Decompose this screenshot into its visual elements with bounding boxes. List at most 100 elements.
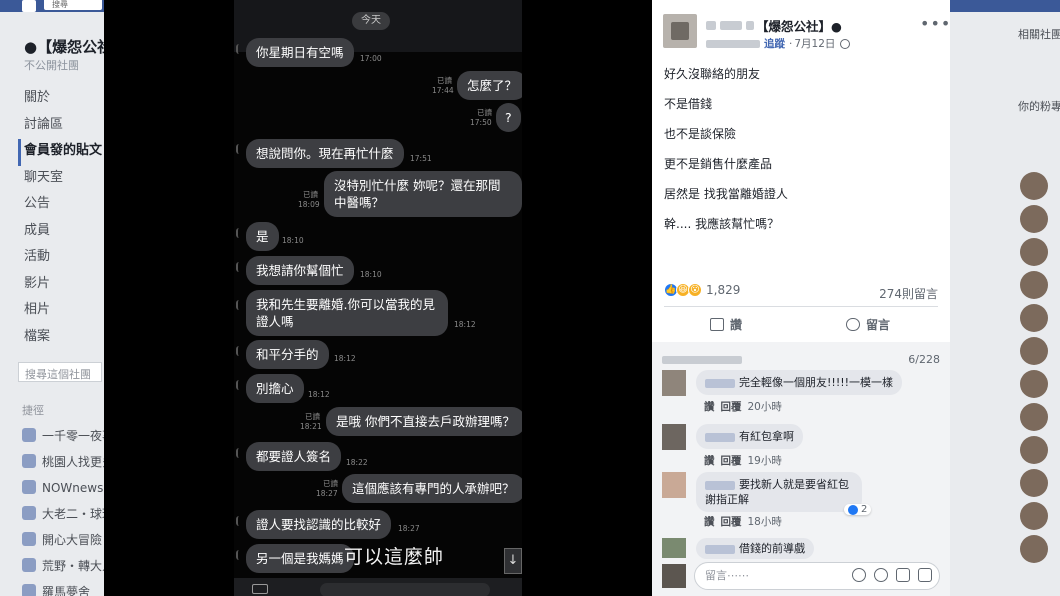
group-title[interactable]: ●【爆怨公社】 [24,36,104,57]
avatar[interactable] [1020,436,1048,464]
divider [664,306,938,307]
chat-message-outgoing: 是哦 你們不直接去戶政辦理嗎？ [326,407,522,436]
nav-item-member-posts[interactable]: 會員發的貼文 [18,139,102,166]
avatar[interactable] [1020,535,1048,563]
shortcut-item[interactable]: NOWnews・ [22,474,104,500]
avatar[interactable] [1020,304,1048,332]
comment-meta: 讚回覆 20小時 [704,399,782,414]
redacted-name[interactable] [705,544,735,554]
chat-message-incoming: 我和先生要離婚.你可以當我的見證人嗎 [246,290,448,336]
comment-like-link[interactable]: 讚 [704,401,715,413]
comment-like-link[interactable]: 讚 [704,455,715,467]
shortcut-item[interactable]: 荒野・轉大人 [22,552,104,578]
avatar[interactable] [662,424,686,450]
message-time: 17:50 [470,118,492,127]
read-receipt: 已讀 [437,76,452,85]
redacted-name[interactable] [705,432,735,442]
sender-avatar [236,300,242,310]
more-options-button[interactable]: ••• [920,14,950,33]
shortcut-item[interactable]: 一千零一夜事 [22,422,104,448]
group-icon [22,558,36,572]
comment-reply-link[interactable]: 回覆 [721,401,742,413]
avatar[interactable] [662,538,686,558]
redacted-name[interactable] [705,378,735,388]
camera-icon[interactable] [252,584,268,594]
nav-item-discussion[interactable]: 討論區 [24,113,102,140]
message-time: 18:27 [398,524,420,533]
nav-item-photos[interactable]: 相片 [24,298,102,325]
nav-item-about[interactable]: 關於 [24,86,102,113]
avatar[interactable] [662,370,686,396]
comment-time[interactable]: 18小時 [748,516,782,528]
comment-button[interactable]: 留言 [846,316,890,333]
avatar[interactable] [1020,502,1048,530]
avatar[interactable] [1020,172,1048,200]
avatar[interactable] [1020,238,1048,266]
nav-item-chat[interactable]: 聊天室 [24,166,102,193]
gif-icon[interactable] [896,568,910,582]
avatar[interactable] [1020,337,1048,365]
shortcut-item[interactable]: 開心大冒險 [22,526,104,552]
avatar[interactable] [662,472,686,498]
group-link[interactable]: 【爆怨公社】● [756,16,842,35]
comments-page-count: 6/228 [908,353,940,366]
group-icon [22,454,36,468]
comment-reply-link[interactable]: 回覆 [721,455,742,467]
search-group-input[interactable]: 搜尋這個社團 [18,362,102,382]
post-date[interactable]: 7月12日 [794,36,835,51]
comment-reaction-badge[interactable]: 2 [844,504,872,515]
follow-link[interactable]: 追蹤 [764,36,785,51]
nav-item-members[interactable]: 成員 [24,219,102,246]
comment-bubble: 要找新人就是要省紅包 謝指正解 [696,472,862,512]
like-button[interactable]: 讚 [710,316,742,333]
post-text-line: 也不是談保險 [664,127,737,141]
facebook-logo-icon[interactable] [22,0,36,12]
nav-item-events[interactable]: 活動 [24,245,102,272]
comment-bubble: 有紅包拿啊 [696,424,803,449]
avatar[interactable] [662,564,686,588]
redacted-name[interactable] [705,480,735,490]
avatar[interactable] [1020,469,1048,497]
group-privacy-label: 不公開社團 [24,59,79,72]
chat-message-incoming: 都要證人簽名 [246,442,342,471]
post-body: 好久沒聯絡的朋友 不是借錢 也不是談保險 更不是銷售什麼產品 居然是 找我當離婚… [664,66,788,246]
reactions-summary[interactable]: 👍 😆 😮 1,829 [664,283,740,297]
chat-input-field[interactable] [320,583,490,596]
scroll-down-button[interactable]: ↓ [504,548,522,574]
emoji-icon[interactable] [852,568,866,582]
shortcut-item[interactable]: 羅馬夢舍 [22,578,104,596]
message-time: 18:09 [298,200,320,209]
shortcut-item[interactable]: 桃園人找更多 [22,448,104,474]
search-input[interactable]: 搜尋 [44,0,102,10]
avatar[interactable] [1020,370,1048,398]
avatar[interactable] [1020,205,1048,233]
nav-item-announcements[interactable]: 公告 [24,192,102,219]
camera-icon[interactable] [874,568,888,582]
sender-avatar [236,550,242,560]
globe-icon [840,38,851,49]
avatar[interactable] [663,14,697,48]
comment-count-link[interactable]: 274則留言 [879,285,938,302]
comment-reply-link[interactable]: 回覆 [721,516,742,528]
post-separator: · [789,37,793,50]
shortcut-item[interactable]: 大老二・球球 [22,500,104,526]
sender-avatar [236,262,242,272]
group-nav: 關於 討論區 會員發的貼文 聊天室 公告 成員 活動 影片 相片 檔案 [18,86,102,352]
avatar[interactable] [1020,271,1048,299]
reaction-count: 1,829 [706,283,741,297]
post-text-line: 更不是銷售什麼產品 [664,157,773,171]
avatar[interactable] [1020,403,1048,431]
comment-text: 完全輕像一個朋友!!!!!一模一樣 [739,376,894,389]
chat-message-incoming: 想說問你。現在再忙什麼 [246,139,404,168]
nav-item-videos[interactable]: 影片 [24,272,102,299]
view-more-comments-link[interactable] [662,353,742,366]
comment-like-link[interactable]: 讚 [704,516,715,528]
nav-item-files[interactable]: 檔案 [24,325,102,352]
group-icon [22,584,36,596]
sticker-icon[interactable] [918,568,932,582]
comment-time[interactable]: 19小時 [748,455,782,467]
read-receipt: 已讀 [477,108,492,117]
sender-avatar [236,44,242,54]
sender-avatar [236,448,242,458]
comment-time[interactable]: 20小時 [748,401,782,413]
